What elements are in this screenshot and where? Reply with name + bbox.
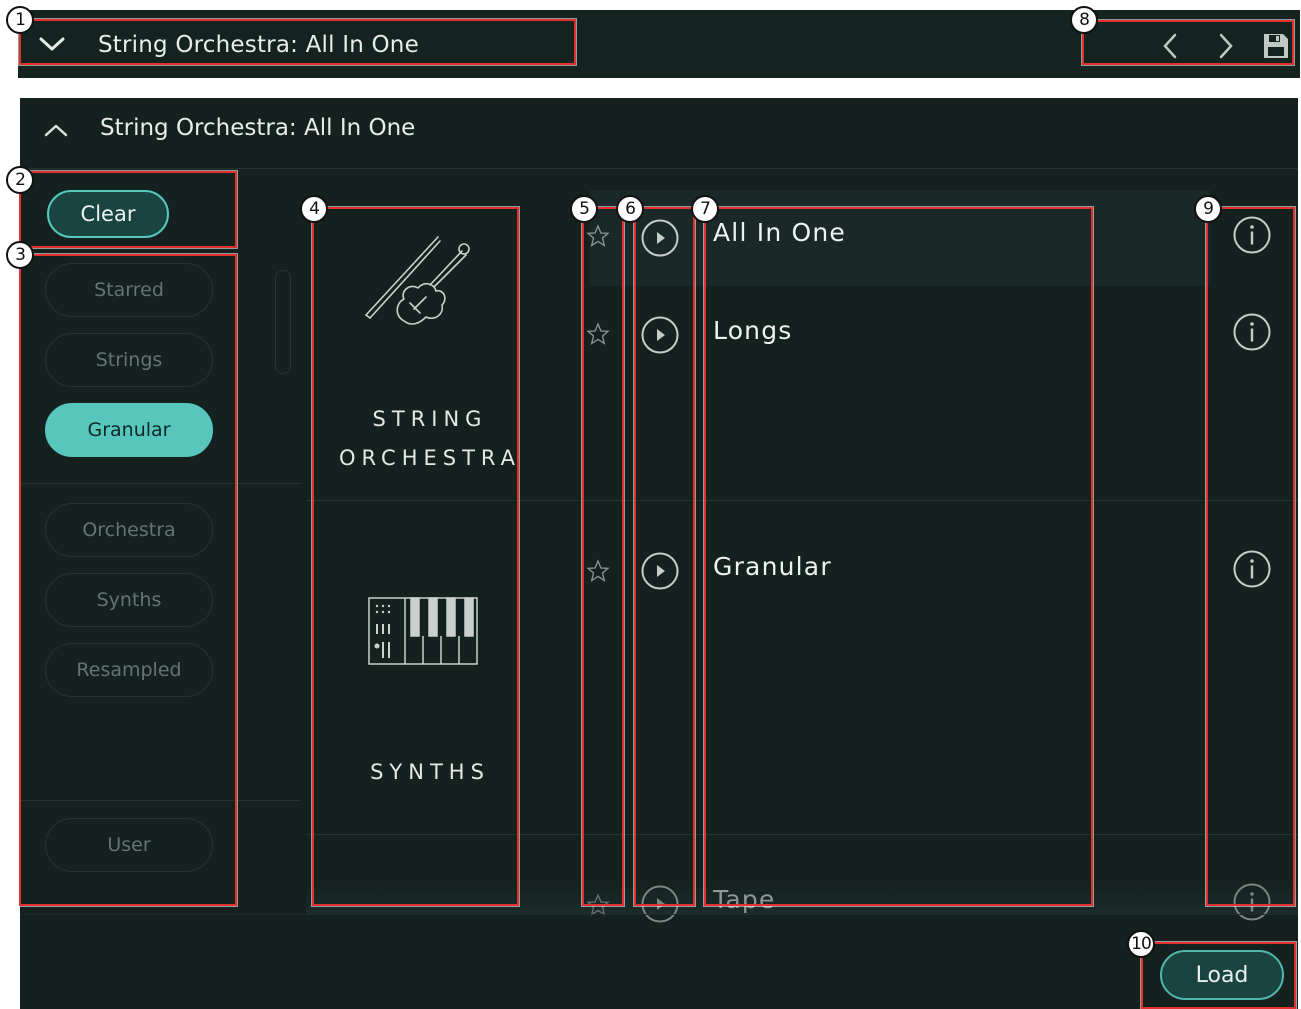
user-divider <box>20 800 300 801</box>
annotation-badge-4: 4 <box>300 195 328 223</box>
annotation-badge-3: 3 <box>6 241 34 269</box>
panel-title: String Orchestra: All In One <box>100 115 416 141</box>
info-icon[interactable] <box>1232 882 1272 922</box>
tag-granular[interactable]: Granular <box>45 403 213 457</box>
load-button[interactable]: Load <box>1160 950 1284 1000</box>
category-line: STRING <box>372 407 488 431</box>
preset-item-tape[interactable]: Tape <box>713 885 776 914</box>
star-icon[interactable] <box>586 224 610 248</box>
category-line: SYNTHS <box>370 760 490 784</box>
annotation-badge-6: 6 <box>616 195 644 223</box>
filter-divider <box>20 483 300 484</box>
chevron-down-icon[interactable] <box>38 34 66 58</box>
tag-user[interactable]: User <box>45 818 213 872</box>
preset-item-all-in-one[interactable]: All In One <box>713 218 846 247</box>
info-icon[interactable] <box>1232 215 1272 255</box>
previous-preset-icon[interactable] <box>1160 32 1180 60</box>
next-preset-icon[interactable] <box>1216 32 1236 60</box>
play-preview-icon[interactable] <box>640 551 680 591</box>
preset-item-granular[interactable]: Granular <box>713 552 832 581</box>
footer-divider <box>20 914 1298 915</box>
preset-item-longs[interactable]: Longs <box>713 316 793 345</box>
preset-navigation <box>1070 10 1300 78</box>
annotation-badge-1: 1 <box>6 6 34 34</box>
chevron-up-icon[interactable] <box>42 120 70 144</box>
category-line: ORCHESTRA <box>338 446 522 470</box>
play-preview-icon[interactable] <box>640 218 680 258</box>
tag-synths[interactable]: Synths <box>45 573 213 627</box>
annotation-badge-10: 10 <box>1127 930 1155 958</box>
category-synths[interactable]: SYNTHS <box>320 753 540 792</box>
panel-header: String Orchestra: All In One <box>20 98 1298 168</box>
star-icon[interactable] <box>586 559 610 583</box>
annotation-badge-7: 7 <box>691 195 719 223</box>
play-preview-icon[interactable] <box>640 884 680 924</box>
tag-strings[interactable]: Strings <box>45 333 213 387</box>
keyboard-synth-icon <box>368 597 478 665</box>
list-fade <box>306 884 1298 914</box>
annotation-badge-8: 8 <box>1070 6 1098 34</box>
category-string-orchestra[interactable]: STRING ORCHESTRA <box>320 400 540 478</box>
play-preview-icon[interactable] <box>640 315 680 355</box>
preset-title[interactable]: String Orchestra: All In One <box>98 32 419 58</box>
annotation-badge-2: 2 <box>6 166 34 194</box>
tag-starred[interactable]: Starred <box>45 263 213 317</box>
annotation-badge-9: 9 <box>1194 195 1222 223</box>
info-icon[interactable] <box>1232 549 1272 589</box>
selected-row-highlight <box>590 190 1210 286</box>
category-divider <box>306 500 1298 501</box>
category-divider <box>306 834 1298 835</box>
clear-button[interactable]: Clear <box>47 190 169 238</box>
annotation-badge-5: 5 <box>570 195 598 223</box>
scrollbar[interactable] <box>275 270 291 374</box>
header-divider <box>20 168 1298 169</box>
star-icon[interactable] <box>586 322 610 346</box>
info-icon[interactable] <box>1232 312 1272 352</box>
tag-resampled[interactable]: Resampled <box>45 643 213 697</box>
save-icon[interactable] <box>1262 32 1290 60</box>
preset-browser-panel: String Orchestra: All In One Clear Starr… <box>20 98 1298 1009</box>
violin-icon <box>365 236 470 325</box>
top-bar: String Orchestra: All In One <box>18 10 1300 78</box>
tag-orchestra[interactable]: Orchestra <box>45 503 213 557</box>
